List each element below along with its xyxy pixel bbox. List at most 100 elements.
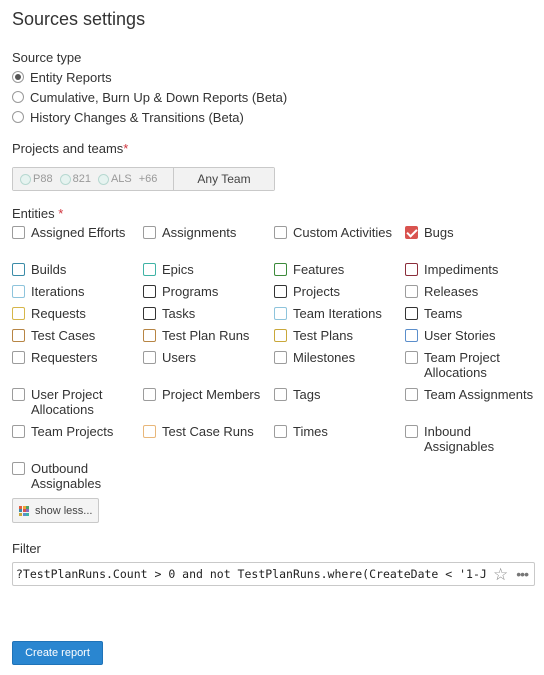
entity-option[interactable]: Custom Activities <box>274 225 405 240</box>
entity-option[interactable]: Requesters <box>12 350 143 365</box>
entity-checkbox[interactable] <box>12 307 25 320</box>
entity-checkbox[interactable] <box>12 462 25 475</box>
entity-option[interactable]: Programs <box>143 284 274 299</box>
entity-label: Features <box>293 262 345 277</box>
show-less-button[interactable]: show less... <box>12 498 99 523</box>
entity-option[interactable]: Team Iterations <box>274 306 405 321</box>
entity-label: Inbound Assignables <box>424 424 495 454</box>
entity-option[interactable]: Iterations <box>12 284 143 299</box>
entity-option[interactable]: Team Assignments <box>405 387 536 402</box>
entity-option[interactable]: User Stories <box>405 328 536 343</box>
entity-option[interactable]: Projects <box>274 284 405 299</box>
entity-checkbox[interactable] <box>405 425 418 438</box>
entity-option[interactable]: User Project Allocations <box>12 387 143 417</box>
project-chip-label: ALS <box>110 173 132 185</box>
entity-option[interactable]: Assignments <box>143 225 274 240</box>
radio-button-selected[interactable] <box>12 71 24 83</box>
filter-label: Filter <box>12 541 41 556</box>
entity-checkbox[interactable] <box>143 388 156 401</box>
entity-option[interactable]: Requests <box>12 306 143 321</box>
create-report-button[interactable]: Create report <box>12 641 103 665</box>
entity-checkbox[interactable] <box>143 425 156 438</box>
entity-checkbox[interactable] <box>405 285 418 298</box>
entity-option[interactable]: Epics <box>143 262 274 277</box>
entity-checkbox[interactable] <box>274 425 287 438</box>
more-projects-count: +66 <box>138 173 158 185</box>
radio-history-changes[interactable]: History Changes & Transitions (Beta) <box>12 109 244 125</box>
entity-option[interactable]: Team Project Allocations <box>405 350 536 380</box>
entity-option[interactable]: Inbound Assignables <box>405 424 536 454</box>
entity-label: Test Cases <box>31 328 96 343</box>
entity-option[interactable]: Impediments <box>405 262 536 277</box>
entity-checkbox[interactable] <box>12 425 25 438</box>
entity-option[interactable]: Features <box>274 262 405 277</box>
entity-checkbox[interactable] <box>143 226 156 239</box>
entity-option[interactable]: Project Members <box>143 387 274 402</box>
entity-checkbox[interactable] <box>274 285 287 298</box>
more-icon[interactable]: ••• <box>516 567 529 581</box>
entity-option[interactable]: Teams <box>405 306 536 321</box>
entity-option[interactable]: Milestones <box>274 350 405 365</box>
entity-checkbox[interactable] <box>143 329 156 342</box>
entity-option[interactable]: Test Case Runs <box>143 424 274 439</box>
star-icon[interactable]: ☆ <box>493 566 508 583</box>
entity-checkbox[interactable] <box>405 351 418 364</box>
entity-label: Bugs <box>424 225 454 240</box>
entity-option[interactable]: Times <box>274 424 405 439</box>
filter-actions: ☆ ••• <box>487 565 534 583</box>
entity-checkbox[interactable] <box>405 329 418 342</box>
entity-checkbox[interactable] <box>143 263 156 276</box>
entity-label: Iterations <box>31 284 85 299</box>
entity-checkbox[interactable] <box>12 263 25 276</box>
radio-button[interactable] <box>12 111 24 123</box>
project-dot-icon <box>97 173 109 185</box>
entity-label: Times <box>293 424 328 439</box>
entity-checkbox[interactable] <box>405 388 418 401</box>
filter-input[interactable]: ?TestPlanRuns.Count > 0 and not TestPlan… <box>12 562 535 586</box>
entity-option[interactable]: Tasks <box>143 306 274 321</box>
entity-checkbox[interactable] <box>274 307 287 320</box>
entity-option[interactable]: Bugs <box>405 225 536 240</box>
projects-selector[interactable]: P88 821 ALS +66 <box>13 168 174 190</box>
entity-label: Teams <box>424 306 463 321</box>
entity-checkbox[interactable] <box>12 351 25 364</box>
entity-option[interactable]: Outbound Assignables <box>12 461 143 491</box>
entity-label: Team Project Allocations <box>424 350 500 380</box>
entity-option[interactable]: Test Cases <box>12 328 143 343</box>
entity-option[interactable]: Users <box>143 350 274 365</box>
entity-checkbox[interactable] <box>405 226 418 239</box>
entity-checkbox[interactable] <box>405 307 418 320</box>
entity-option[interactable]: Test Plans <box>274 328 405 343</box>
entity-checkbox[interactable] <box>274 329 287 342</box>
page-title: Sources settings <box>12 9 146 29</box>
required-mark: * <box>58 206 64 221</box>
filter-input-text[interactable]: ?TestPlanRuns.Count > 0 and not TestPlan… <box>13 567 487 581</box>
entity-option[interactable]: Team Projects <box>12 424 143 439</box>
radio-button[interactable] <box>12 91 24 103</box>
entity-option[interactable]: Tags <box>274 387 405 402</box>
entity-checkbox[interactable] <box>405 263 418 276</box>
radio-entity-reports[interactable]: Entity Reports <box>12 69 112 85</box>
projects-teams-selector[interactable]: P88 821 ALS +66 Any Team <box>12 167 275 191</box>
any-team-button[interactable]: Any Team <box>174 168 274 190</box>
entity-option[interactable]: Releases <box>405 284 536 299</box>
entity-checkbox[interactable] <box>274 351 287 364</box>
entity-checkbox[interactable] <box>143 285 156 298</box>
entity-checkbox[interactable] <box>274 388 287 401</box>
entity-checkbox[interactable] <box>12 285 25 298</box>
entity-checkbox[interactable] <box>274 226 287 239</box>
entity-checkbox[interactable] <box>12 226 25 239</box>
radio-cumulative-reports[interactable]: Cumulative, Burn Up & Down Reports (Beta… <box>12 89 287 105</box>
entity-option[interactable]: Assigned Efforts <box>12 225 143 240</box>
entity-checkbox[interactable] <box>143 307 156 320</box>
entity-option[interactable]: Builds <box>12 262 143 277</box>
entity-checkbox[interactable] <box>12 388 25 401</box>
project-chip: ALS <box>97 173 132 185</box>
entity-label: Test Case Runs <box>162 424 254 439</box>
entity-label: Impediments <box>424 262 499 277</box>
entity-checkbox[interactable] <box>143 351 156 364</box>
entity-checkbox[interactable] <box>12 329 25 342</box>
entity-checkbox[interactable] <box>274 263 287 276</box>
entity-option[interactable]: Test Plan Runs <box>143 328 274 343</box>
entity-label: Releases <box>424 284 479 299</box>
